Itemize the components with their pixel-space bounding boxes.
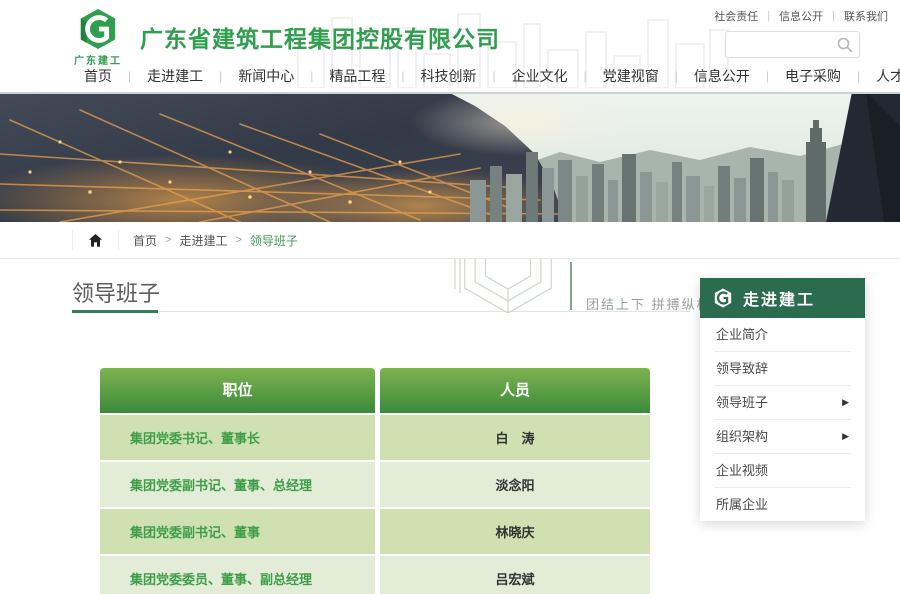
sidebar-title: 走进建工 (743, 286, 815, 310)
table-cell-name: 林晓庆 (380, 509, 650, 554)
separator: | (857, 69, 860, 83)
nav-item-procurement[interactable]: 电子采购 (785, 66, 841, 86)
table-cell-position: 集团党委书记、董事长 (100, 415, 375, 460)
logo-g-icon (77, 8, 119, 50)
table-cell-position: 集团党委委员、董事、副总经理 (100, 556, 375, 594)
table-cell-name: 吕宏斌 (380, 556, 650, 594)
table-cell-position: 集团党委副书记、董事、总经理 (100, 462, 375, 507)
breadcrumb-separator: > (235, 234, 241, 246)
separator: | (128, 69, 131, 83)
table-cell-name: 淡念阳 (380, 462, 650, 507)
separator: | (493, 69, 496, 83)
sidebar-item-company-video[interactable]: 企业视频 (714, 453, 851, 487)
sidebar-item-label: 组织架构 (716, 429, 768, 444)
nav-item-disclosure[interactable]: 信息公开 (694, 66, 750, 86)
page: 广东建工 广东省建筑工程集团控股有限公司 社会责任 | 信息公开 | 联系我们 … (0, 0, 900, 594)
table-header-position: 职位 (100, 368, 375, 413)
sidebar-logo-icon (713, 288, 733, 308)
search-box (725, 31, 860, 58)
chevron-right-icon: ▶ (842, 386, 849, 419)
nav-item-culture[interactable]: 企业文化 (512, 66, 568, 86)
sidebar-item-leadership-team[interactable]: 领导班子 ▶ (714, 385, 851, 419)
sidebar-menu: 走进建工 企业简介 领导致辞 领导班子 ▶ 组织架构 ▶ 企业视频 所属企业 (700, 278, 865, 521)
separator: | (766, 69, 769, 83)
sidebar-header: 走进建工 (700, 278, 865, 318)
separator: | (584, 69, 587, 83)
site-header: 广东建工 广东省建筑工程集团控股有限公司 社会责任 | 信息公开 | 联系我们 … (0, 0, 900, 92)
top-link-contact-us[interactable]: 联系我们 (844, 8, 888, 24)
sidebar-item-company-profile[interactable]: 企业简介 (714, 318, 851, 351)
sidebar-item-label: 领导班子 (716, 395, 768, 410)
company-name: 广东省建筑工程集团控股有限公司 (140, 20, 500, 54)
breadcrumb-current[interactable]: 领导班子 (250, 232, 298, 249)
table-cell-name: 白 涛 (380, 415, 650, 460)
nav-item-news[interactable]: 新闻中心 (238, 66, 294, 86)
breadcrumb-about[interactable]: 走进建工 (179, 232, 227, 249)
top-link-information-disclosure[interactable]: 信息公开 (779, 8, 823, 24)
nav-item-about[interactable]: 走进建工 (147, 66, 203, 86)
chevron-right-icon: ▶ (842, 420, 849, 453)
separator: | (832, 10, 835, 22)
company-logo[interactable]: 广东建工 (66, 8, 130, 67)
sidebar-item-leader-message[interactable]: 领导致辞 (714, 351, 851, 385)
breadcrumb-home[interactable]: 首页 (133, 232, 157, 249)
separator: | (401, 69, 404, 83)
nav-item-recruitment[interactable]: 人才招聘 (876, 66, 900, 86)
table-cell-position: 集团党委副书记、董事 (100, 509, 375, 554)
nav-item-party-building[interactable]: 党建视窗 (603, 66, 659, 86)
separator: | (675, 69, 678, 83)
page-title: 领导班子 (72, 276, 160, 308)
table-header-person: 人员 (380, 368, 650, 413)
main-nav: 首页 | 走进建工 | 新闻中心 | 精品工程 | 科技创新 | 企业文化 | … (84, 62, 900, 90)
top-link-social-responsibility[interactable]: 社会责任 (714, 8, 758, 24)
leadership-table: 职位 人员 集团党委书记、董事长 白 涛 集团党委副书记、董事、总经理 淡念阳 … (100, 368, 650, 594)
logo-wireframe-watermark (452, 259, 564, 313)
hero-image (0, 92, 900, 222)
hero-banner (0, 92, 900, 222)
separator: | (310, 69, 313, 83)
top-links: 社会责任 | 信息公开 | 联系我们 (714, 8, 888, 24)
company-slogan: 团结上下 拼搏纵横 (586, 294, 712, 313)
separator: | (767, 10, 770, 22)
sidebar-item-subsidiaries[interactable]: 所属企业 (714, 487, 851, 521)
breadcrumb-separator: > (165, 234, 171, 246)
sidebar-item-org-structure[interactable]: 组织架构 ▶ (714, 419, 851, 453)
search-icon[interactable] (837, 37, 853, 53)
nav-item-technology[interactable]: 科技创新 (421, 66, 477, 86)
nav-item-projects[interactable]: 精品工程 (329, 66, 385, 86)
title-underline-accent (72, 310, 158, 313)
search-input[interactable] (726, 32, 837, 57)
home-icon[interactable] (72, 230, 119, 250)
nav-item-home[interactable]: 首页 (84, 66, 112, 86)
separator: | (219, 69, 222, 83)
breadcrumb: 首页 > 走进建工 > 领导班子 (0, 222, 900, 259)
slogan-divider (570, 262, 572, 310)
